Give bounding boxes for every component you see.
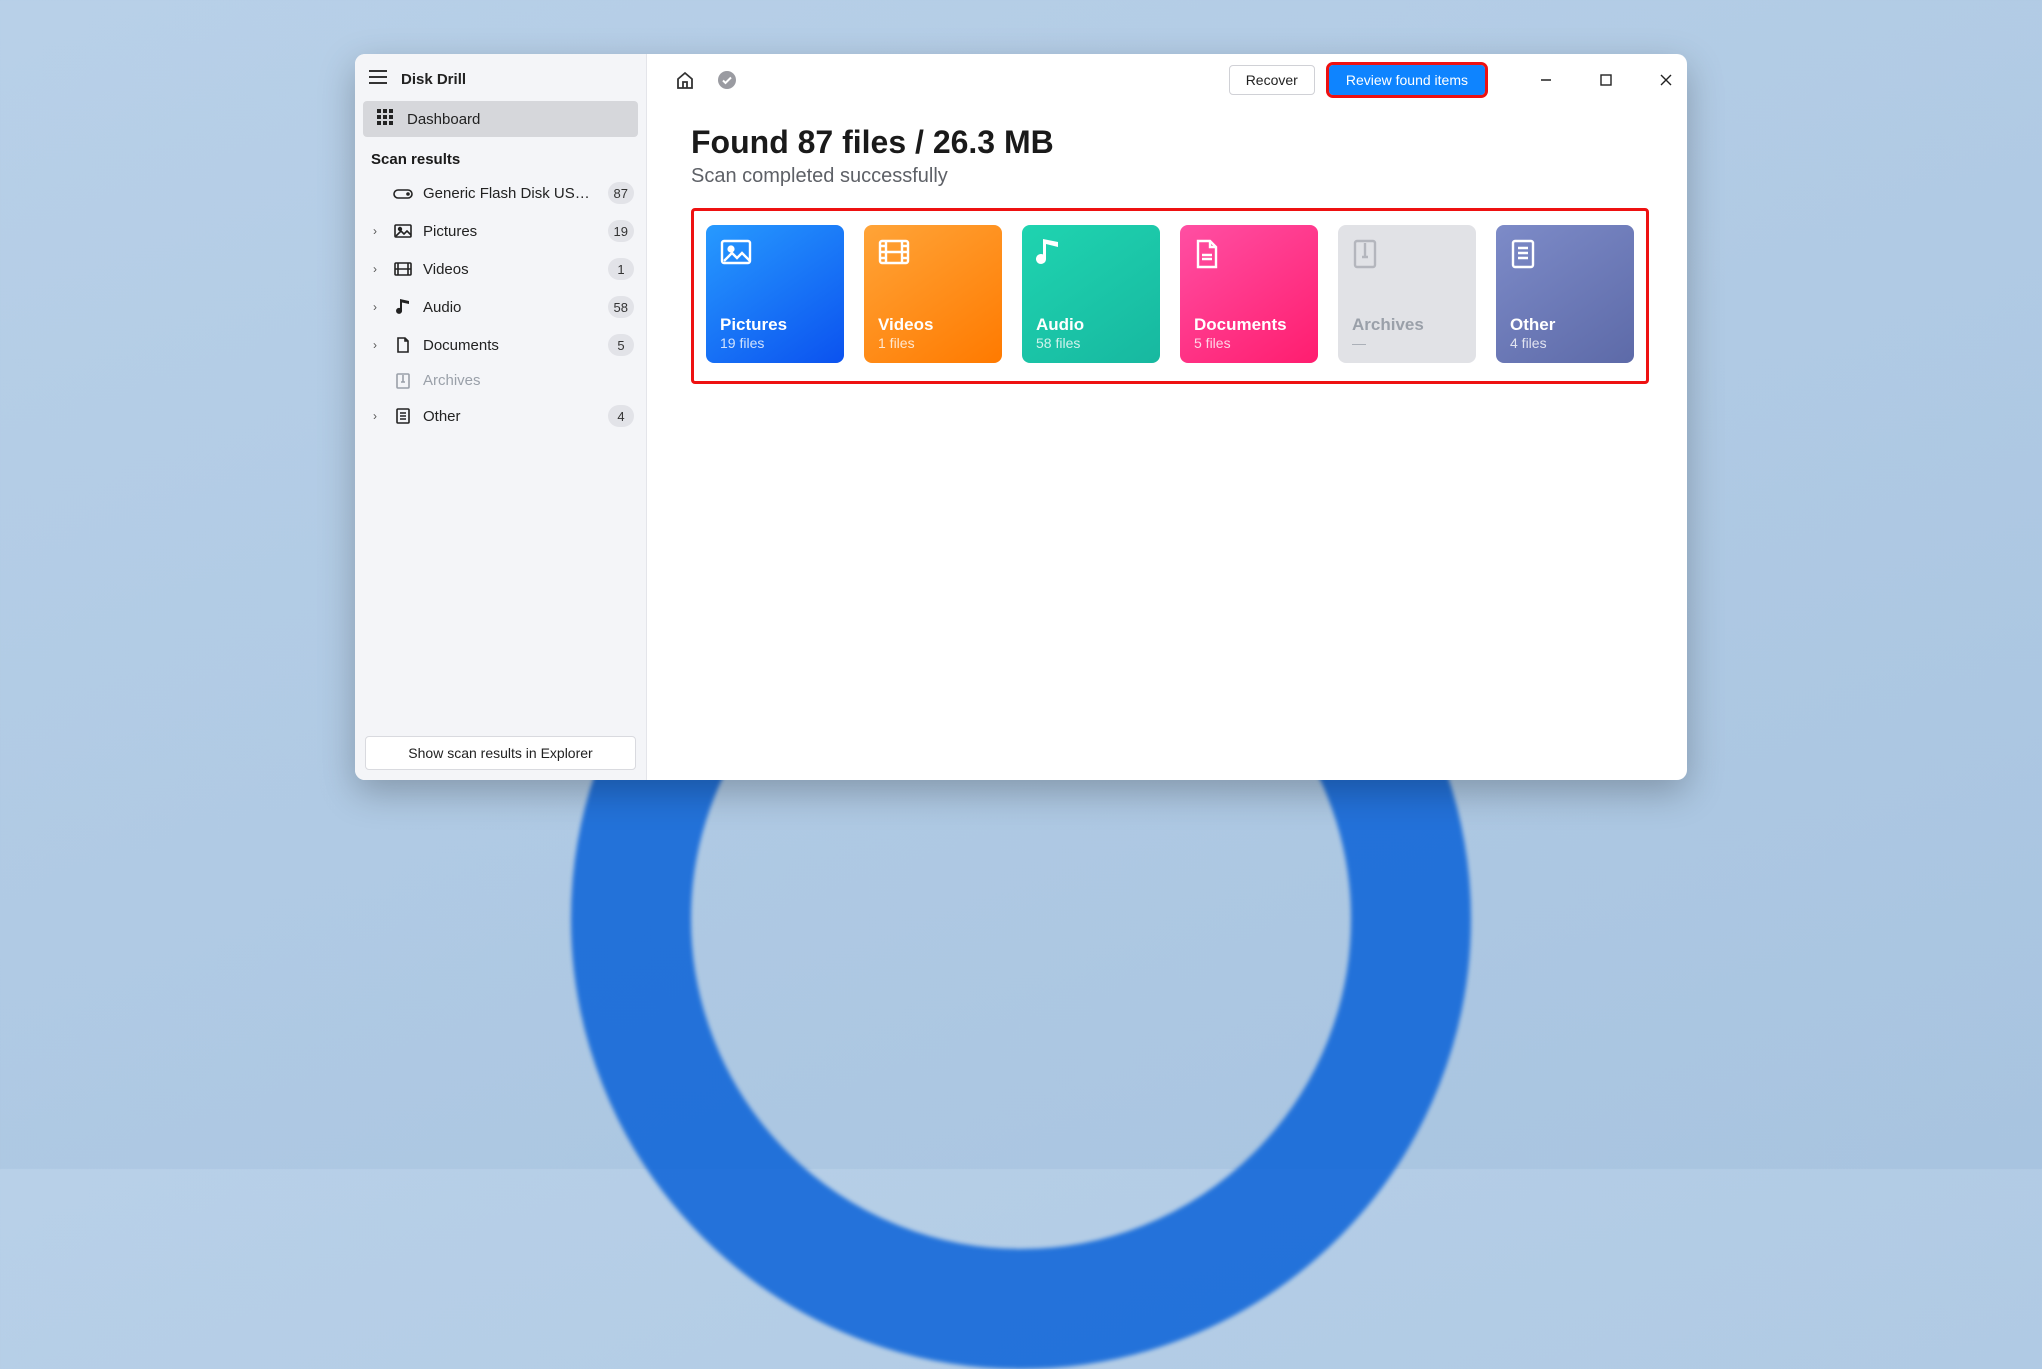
sidebar-item-archives[interactable]: › Archives (355, 364, 646, 397)
app-window: Disk Drill Dashboard Scan results › Gene… (355, 54, 1687, 780)
tile-count: 4 files (1510, 335, 1620, 351)
count-badge: 4 (608, 405, 634, 427)
topbar: Recover Review found items (647, 54, 1687, 106)
tile-label: Audio (1036, 315, 1146, 335)
drive-icon (393, 186, 413, 200)
nav-dashboard[interactable]: Dashboard (363, 101, 638, 137)
chevron-right-icon: › (373, 224, 383, 238)
grid-icon (377, 109, 393, 129)
tile-audio[interactable]: Audio 58 files (1022, 225, 1160, 363)
tile-label: Documents (1194, 315, 1304, 335)
minimize-icon[interactable] (1523, 57, 1569, 103)
sidebar-header: Disk Drill (355, 54, 646, 101)
archive-icon (393, 373, 413, 389)
app-title: Disk Drill (401, 71, 466, 88)
film-icon (393, 262, 413, 276)
menu-icon[interactable] (369, 70, 387, 89)
tile-count: 19 files (720, 335, 830, 351)
home-icon[interactable] (671, 66, 699, 94)
tile-label: Archives (1352, 315, 1462, 335)
category-tiles: Pictures 19 files Videos 1 files Audio 5… (691, 208, 1649, 384)
count-badge: 19 (608, 220, 634, 242)
document-icon (393, 337, 413, 353)
sidebar-item-label: Videos (423, 261, 598, 278)
tile-count: — (1352, 335, 1462, 351)
tile-pictures[interactable]: Pictures 19 files (706, 225, 844, 363)
sidebar-item-label: Audio (423, 299, 598, 316)
summary-subheading: Scan completed successfully (691, 165, 1649, 188)
file-icon (1510, 239, 1620, 277)
tile-count: 5 files (1194, 335, 1304, 351)
tile-count: 58 files (1036, 335, 1146, 351)
tile-videos[interactable]: Videos 1 files (864, 225, 1002, 363)
tile-label: Pictures (720, 315, 830, 335)
sidebar-item-label: Documents (423, 337, 598, 354)
chevron-right-icon: › (373, 338, 383, 352)
film-icon (878, 239, 988, 277)
chevron-right-icon: › (373, 409, 383, 423)
sidebar-item-pictures[interactable]: › Pictures 19 (355, 212, 646, 250)
image-icon (393, 224, 413, 238)
sidebar-item-audio[interactable]: › Audio 58 (355, 288, 646, 326)
file-icon (393, 408, 413, 424)
count-badge: 58 (608, 296, 634, 318)
count-badge: 5 (608, 334, 634, 356)
music-note-icon (1036, 239, 1146, 277)
sidebar-device[interactable]: › Generic Flash Disk USB D… 87 (355, 174, 646, 212)
tile-count: 1 files (878, 335, 988, 351)
tile-label: Videos (878, 315, 988, 335)
tile-label: Other (1510, 315, 1620, 335)
review-found-items-button[interactable]: Review found items (1329, 65, 1485, 95)
chevron-right-icon: › (373, 262, 383, 276)
archive-icon (1352, 239, 1462, 277)
check-circle-icon[interactable] (713, 66, 741, 94)
sidebar: Disk Drill Dashboard Scan results › Gene… (355, 54, 647, 780)
sidebar-section-title: Scan results (355, 145, 646, 174)
show-in-explorer-button[interactable]: Show scan results in Explorer (365, 736, 636, 770)
sidebar-item-label: Archives (423, 372, 634, 389)
sidebar-item-label: Pictures (423, 223, 598, 240)
sidebar-item-documents[interactable]: › Documents 5 (355, 326, 646, 364)
tile-documents[interactable]: Documents 5 files (1180, 225, 1318, 363)
document-icon (1194, 239, 1304, 277)
summary-heading: Found 87 files / 26.3 MB (691, 124, 1649, 161)
recover-button[interactable]: Recover (1229, 65, 1315, 95)
maximize-icon[interactable] (1583, 57, 1629, 103)
music-note-icon (393, 299, 413, 315)
sidebar-device-label: Generic Flash Disk USB D… (423, 185, 598, 202)
close-icon[interactable] (1643, 57, 1687, 103)
nav-dashboard-label: Dashboard (407, 111, 480, 128)
sidebar-device-count: 87 (608, 182, 634, 204)
sidebar-item-label: Other (423, 408, 598, 425)
chevron-right-icon: › (373, 300, 383, 314)
content: Found 87 files / 26.3 MB Scan completed … (647, 106, 1687, 402)
image-icon (720, 239, 830, 277)
tile-other[interactable]: Other 4 files (1496, 225, 1634, 363)
sidebar-item-other[interactable]: › Other 4 (355, 397, 646, 435)
main-pane: Recover Review found items Found 87 file… (647, 54, 1687, 780)
sidebar-item-videos[interactable]: › Videos 1 (355, 250, 646, 288)
count-badge: 1 (608, 258, 634, 280)
tile-archives: Archives — (1338, 225, 1476, 363)
